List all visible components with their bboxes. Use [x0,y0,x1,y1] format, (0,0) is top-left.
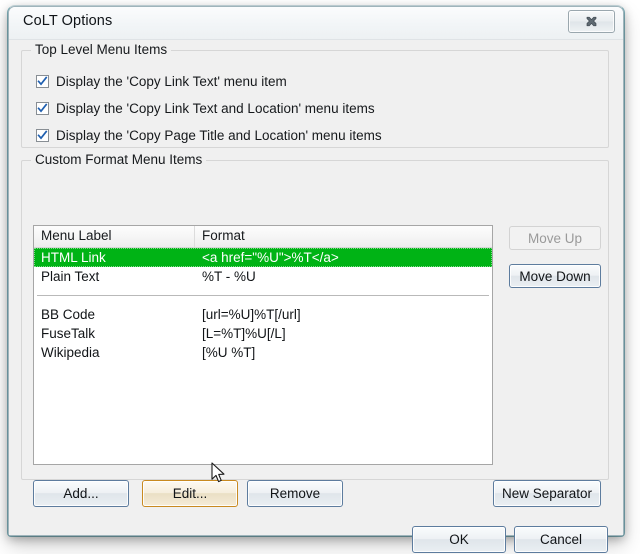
column-header-format[interactable]: Format [195,226,492,247]
new-separator-button[interactable]: New Separator [493,480,601,507]
move-down-button[interactable]: Move Down [509,264,601,288]
cell-menu-label: HTML Link [41,250,106,265]
title-bar: CoLT Options [9,7,623,39]
checkbox-row-copy-page-title-and-location[interactable]: Display the 'Copy Page Title and Locatio… [36,126,382,144]
table-row[interactable]: Wikipedia [%U %T] [34,343,492,362]
cell-menu-label: FuseTalk [41,326,96,341]
move-up-button[interactable]: Move Up [509,226,601,250]
ok-button[interactable]: OK [412,526,506,553]
table-row[interactable]: FuseTalk [L=%T]%U[/L] [34,324,492,343]
table-row[interactable]: Plain Text %T - %U [34,267,492,286]
table-row[interactable]: HTML Link <a href="%U">%T</a> [34,248,492,267]
separator-rule [37,295,489,296]
dialog-client-area: CoLT Options Top Level Menu Items Displa… [9,7,623,553]
checkbox-row-copy-link-text-and-location[interactable]: Display the 'Copy Link Text and Location… [36,99,375,117]
group-custom-format-title: Custom Format Menu Items [31,152,207,167]
cell-format: <a href="%U">%T</a> [202,250,339,265]
group-top-level-title: Top Level Menu Items [31,42,172,57]
checkbox-copy-page-title-and-location[interactable] [36,128,49,142]
close-x-icon [585,16,598,27]
cancel-button[interactable]: Cancel [514,526,608,553]
cell-menu-label: BB Code [41,307,96,322]
checkbox-row-copy-link-text[interactable]: Display the 'Copy Link Text' menu item [36,72,287,90]
edit-button[interactable]: Edit... [142,480,238,507]
table-row-separator[interactable] [34,286,492,305]
checkbox-label-copy-link-text: Display the 'Copy Link Text' menu item [56,73,287,89]
cell-menu-label: Wikipedia [41,345,100,360]
cell-menu-label: Plain Text [41,269,100,284]
checkbox-label-copy-link-text-and-location: Display the 'Copy Link Text and Location… [56,100,375,116]
table-row[interactable]: BB Code [url=%U]%T[/url] [34,305,492,324]
checkbox-label-copy-page-title-and-location: Display the 'Copy Page Title and Locatio… [56,127,382,143]
listview-header: Menu Label Format [34,226,492,248]
column-header-menu-label[interactable]: Menu Label [34,226,195,247]
checkbox-copy-link-text-and-location[interactable] [36,101,49,115]
cell-format: [%U %T] [202,345,256,360]
close-button[interactable] [568,10,615,33]
group-top-level-menu-items: Top Level Menu Items Display the 'Copy L… [21,42,609,148]
remove-button[interactable]: Remove [247,480,343,507]
cell-format: [url=%U]%T[/url] [202,307,301,322]
cell-format: [L=%T]%U[/L] [202,326,286,341]
cell-format: %T - %U [202,269,256,284]
dialog-body: Top Level Menu Items Display the 'Copy L… [9,39,623,553]
custom-format-listview[interactable]: Menu Label Format HTML Link <a href="%U"… [33,225,493,465]
checkbox-copy-link-text[interactable] [36,74,49,88]
window-title: CoLT Options [23,13,113,29]
add-button[interactable]: Add... [33,480,129,507]
